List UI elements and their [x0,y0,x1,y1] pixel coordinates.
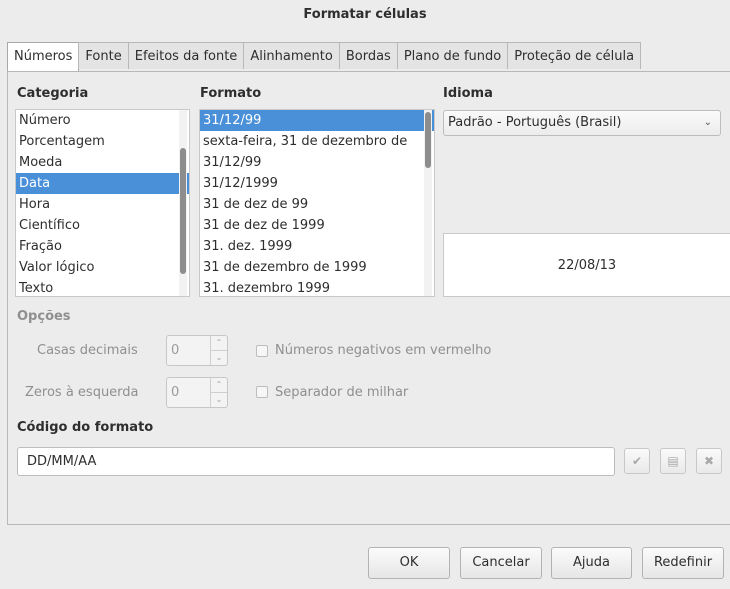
category-list-item[interactable]: Data [16,173,189,194]
ok-button[interactable]: OK [368,547,450,579]
reset-button[interactable]: Redefinir [642,547,724,579]
category-list-item[interactable]: Científico [16,215,189,236]
tab-3[interactable]: Efeitos da fonte [127,42,245,69]
window-title: Formatar células [303,7,427,22]
language-dropdown[interactable]: Padrão - Português (Brasil) ⌄ [443,110,721,136]
format-code-input[interactable]: DD/MM/AA [17,447,615,476]
category-scrollbar[interactable] [179,110,187,296]
format-list-item[interactable]: sexta-feira, 31 de dezembro de [200,131,434,152]
format-code-heading: Código do formato [17,420,154,435]
format-list-item[interactable]: 31/12/99 [200,152,434,173]
category-list-item[interactable]: Texto [16,278,189,296]
negative-red-label: Números negativos em vermelho [275,343,492,358]
tab-5[interactable]: Bordas [338,42,398,69]
spinner-buttons: ⌃ ⌄ [210,336,227,365]
format-list-item[interactable]: 31/12/99 [200,110,434,131]
tab-bar: Números Fonte Efeitos da fonte Alinhamento B… [7,42,642,72]
decimal-places-label: Casas decimais [37,343,138,358]
checkmark-icon[interactable]: ✔ [624,448,650,474]
format-scrollbar[interactable] [424,110,432,296]
thousands-separator-checkbox[interactable] [256,386,268,398]
delete-icon[interactable]: ✖ [696,448,722,474]
format-list-item[interactable]: 31. dez. 1999 [200,236,434,257]
category-heading: Categoria [17,86,89,101]
decimal-places-spinner[interactable]: 0 ⌃ ⌄ [166,335,228,366]
options-heading: Opções [17,309,71,324]
tab-7[interactable]: Proteção de célula [507,42,642,69]
category-list-item[interactable]: Número [16,110,189,131]
format-list-item[interactable]: 31. dezembro 1999 [200,278,434,296]
cancel-button[interactable]: Cancelar [460,547,542,579]
negative-red-checkbox[interactable] [256,345,268,357]
decimal-places-value: 0 [171,343,180,358]
format-list-item[interactable]: 31 de dez de 1999 [200,215,434,236]
category-list-item[interactable]: Hora [16,194,189,215]
spin-up-icon[interactable]: ⌃ [211,336,227,351]
tab-6[interactable]: Plano de fundo [396,42,509,69]
format-scroll-thumb[interactable] [425,112,431,168]
leading-zeros-spinner[interactable]: 0 ⌃ ⌄ [166,377,228,408]
spinner-buttons: ⌃ ⌄ [210,378,227,407]
spin-down-icon[interactable]: ⌄ [211,393,227,407]
format-heading: Formato [200,86,262,101]
help-button[interactable]: Ajuda [551,547,632,579]
tab-4[interactable]: Alinhamento [243,42,340,69]
language-heading: Idioma [443,86,493,101]
format-list-item[interactable]: 31 de dez de 99 [200,194,434,215]
comment-icon[interactable]: ▤ [660,448,686,474]
format-list-item[interactable]: 31/12/1999 [200,173,434,194]
chevron-down-icon: ⌄ [703,117,712,128]
category-list-item[interactable]: Moeda [16,152,189,173]
spin-up-icon[interactable]: ⌃ [211,378,227,393]
category-list[interactable]: Número Porcentagem Moeda Data Hora Científico… [15,109,190,297]
format-list-item[interactable]: 31 de dezembro de 1999 [200,257,434,278]
format-preview: 22/08/13 [443,233,730,297]
leading-zeros-label: Zeros à esquerda [25,385,139,400]
tab-1[interactable]: Números [7,42,80,72]
format-list[interactable]: 31/12/99 sexta-feira, 31 de dezembro de 31… [199,109,435,297]
category-list-item[interactable]: Valor lógico [16,257,189,278]
spin-down-icon[interactable]: ⌄ [211,351,227,365]
category-list-item[interactable]: Porcentagem [16,131,189,152]
thousands-separator-label: Separador de milhar [275,385,409,400]
tab-2[interactable]: Fonte [78,42,129,69]
leading-zeros-value: 0 [171,385,180,400]
category-scroll-thumb[interactable] [180,148,186,274]
language-selected-value: Padrão - Português (Brasil) [448,115,622,130]
category-list-item[interactable]: Fração [16,236,189,257]
